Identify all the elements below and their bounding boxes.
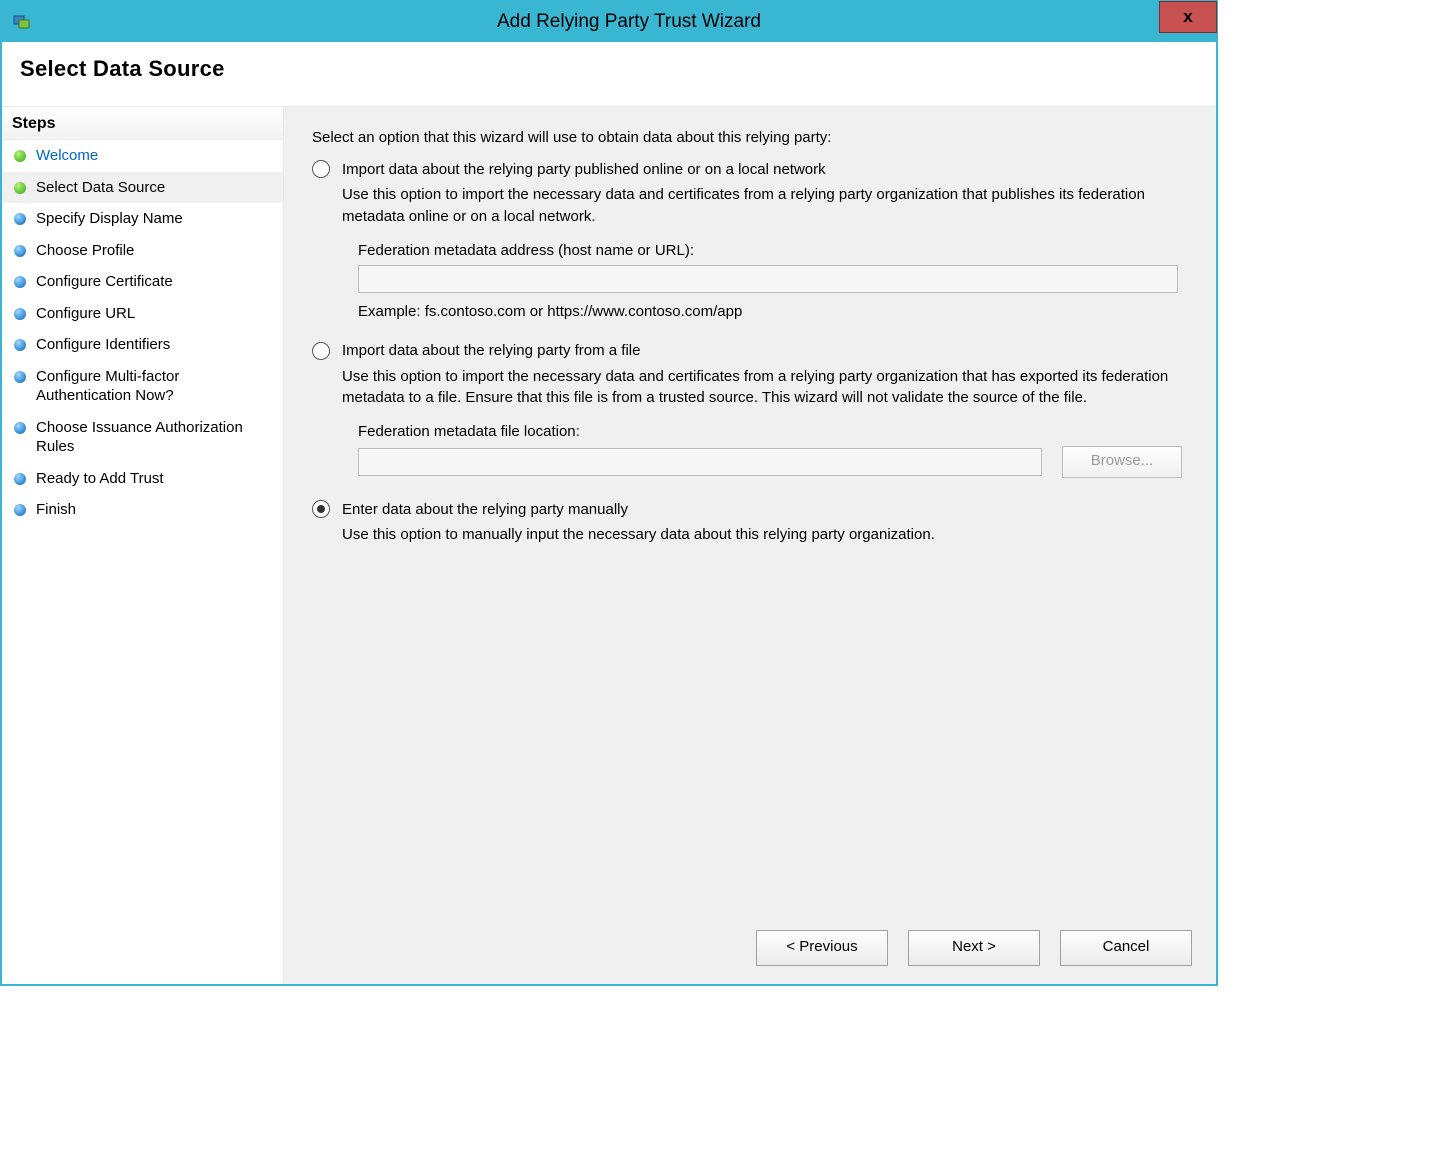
federation-address-label: Federation metadata address (host name o… — [358, 242, 1188, 259]
step-configure-mfa: Configure Multi-factor Authentication No… — [2, 361, 283, 412]
window-title: Add Relying Party Trust Wizard — [42, 11, 1216, 33]
main-prompt: Select an option that this wizard will u… — [312, 129, 1188, 146]
wizard-window: Add Relying Party Trust Wizard x Select … — [0, 0, 1218, 986]
step-bullet-icon — [14, 473, 26, 485]
footer-bar: < Previous Next > Cancel — [284, 916, 1216, 984]
option-manual: Enter data about the relying party manua… — [312, 500, 1188, 546]
step-label: Specify Display Name — [36, 209, 183, 229]
step-label: Configure URL — [36, 304, 135, 324]
step-label: Ready to Add Trust — [36, 469, 164, 489]
step-label: Finish — [36, 500, 76, 520]
page-header: Select Data Source — [2, 42, 1216, 106]
step-label: Configure Multi-factor Authentication No… — [36, 367, 273, 406]
step-label: Choose Issuance Authorization Rules — [36, 418, 273, 457]
titlebar: Add Relying Party Trust Wizard x — [2, 2, 1216, 42]
radio-import-file[interactable] — [312, 342, 330, 360]
federation-address-example: Example: fs.contoso.com or https://www.c… — [358, 303, 1188, 320]
federation-file-input[interactable] — [358, 448, 1042, 476]
previous-button[interactable]: < Previous — [756, 930, 888, 966]
step-bullet-icon — [14, 339, 26, 351]
main-pane: Select an option that this wizard will u… — [284, 107, 1216, 984]
step-bullet-icon — [14, 245, 26, 257]
step-label: Configure Certificate — [36, 272, 173, 292]
radio-manual[interactable] — [312, 500, 330, 518]
radio-import-online[interactable] — [312, 160, 330, 178]
step-label: Configure Identifiers — [36, 335, 170, 355]
step-bullet-icon — [14, 213, 26, 225]
step-configure-identifiers: Configure Identifiers — [2, 329, 283, 361]
option-title: Import data about the relying party from… — [342, 342, 640, 359]
option-desc: Use this option to manually input the ne… — [342, 524, 1188, 546]
step-label: Choose Profile — [36, 241, 134, 261]
page-title: Select Data Source — [20, 56, 1198, 82]
steps-header: Steps — [2, 111, 283, 140]
step-specify-display-name: Specify Display Name — [2, 203, 283, 235]
browse-button[interactable]: Browse... — [1062, 446, 1182, 478]
step-configure-certificate: Configure Certificate — [2, 266, 283, 298]
cancel-button[interactable]: Cancel — [1060, 930, 1192, 966]
step-bullet-icon — [14, 182, 26, 194]
body-area: Steps Welcome Select Data Source Specify… — [2, 107, 1216, 984]
app-icon — [2, 12, 42, 32]
step-bullet-icon — [14, 150, 26, 162]
option-desc: Use this option to import the necessary … — [342, 184, 1188, 228]
step-bullet-icon — [14, 276, 26, 288]
option-desc: Use this option to import the necessary … — [342, 366, 1188, 410]
step-select-data-source[interactable]: Select Data Source — [2, 172, 283, 204]
step-bullet-icon — [14, 422, 26, 434]
option-import-online: Import data about the relying party publ… — [312, 160, 1188, 320]
step-configure-url: Configure URL — [2, 298, 283, 330]
close-button[interactable]: x — [1159, 1, 1217, 33]
step-welcome[interactable]: Welcome — [2, 140, 283, 172]
step-label: Select Data Source — [36, 178, 165, 198]
steps-sidebar: Steps Welcome Select Data Source Specify… — [2, 107, 284, 984]
step-ready-to-add-trust: Ready to Add Trust — [2, 463, 283, 495]
step-choose-issuance-rules: Choose Issuance Authorization Rules — [2, 412, 283, 463]
main-content: Select an option that this wizard will u… — [284, 107, 1216, 916]
federation-file-label: Federation metadata file location: — [358, 423, 1188, 440]
step-finish: Finish — [2, 494, 283, 526]
option-import-file: Import data about the relying party from… — [312, 342, 1188, 479]
step-bullet-icon — [14, 308, 26, 320]
federation-address-input[interactable] — [358, 265, 1178, 293]
option-title: Import data about the relying party publ… — [342, 161, 826, 178]
close-icon: x — [1183, 7, 1192, 27]
option-title: Enter data about the relying party manua… — [342, 501, 628, 518]
step-choose-profile: Choose Profile — [2, 235, 283, 267]
step-bullet-icon — [14, 504, 26, 516]
next-button[interactable]: Next > — [908, 930, 1040, 966]
step-bullet-icon — [14, 371, 26, 383]
step-label: Welcome — [36, 146, 98, 166]
